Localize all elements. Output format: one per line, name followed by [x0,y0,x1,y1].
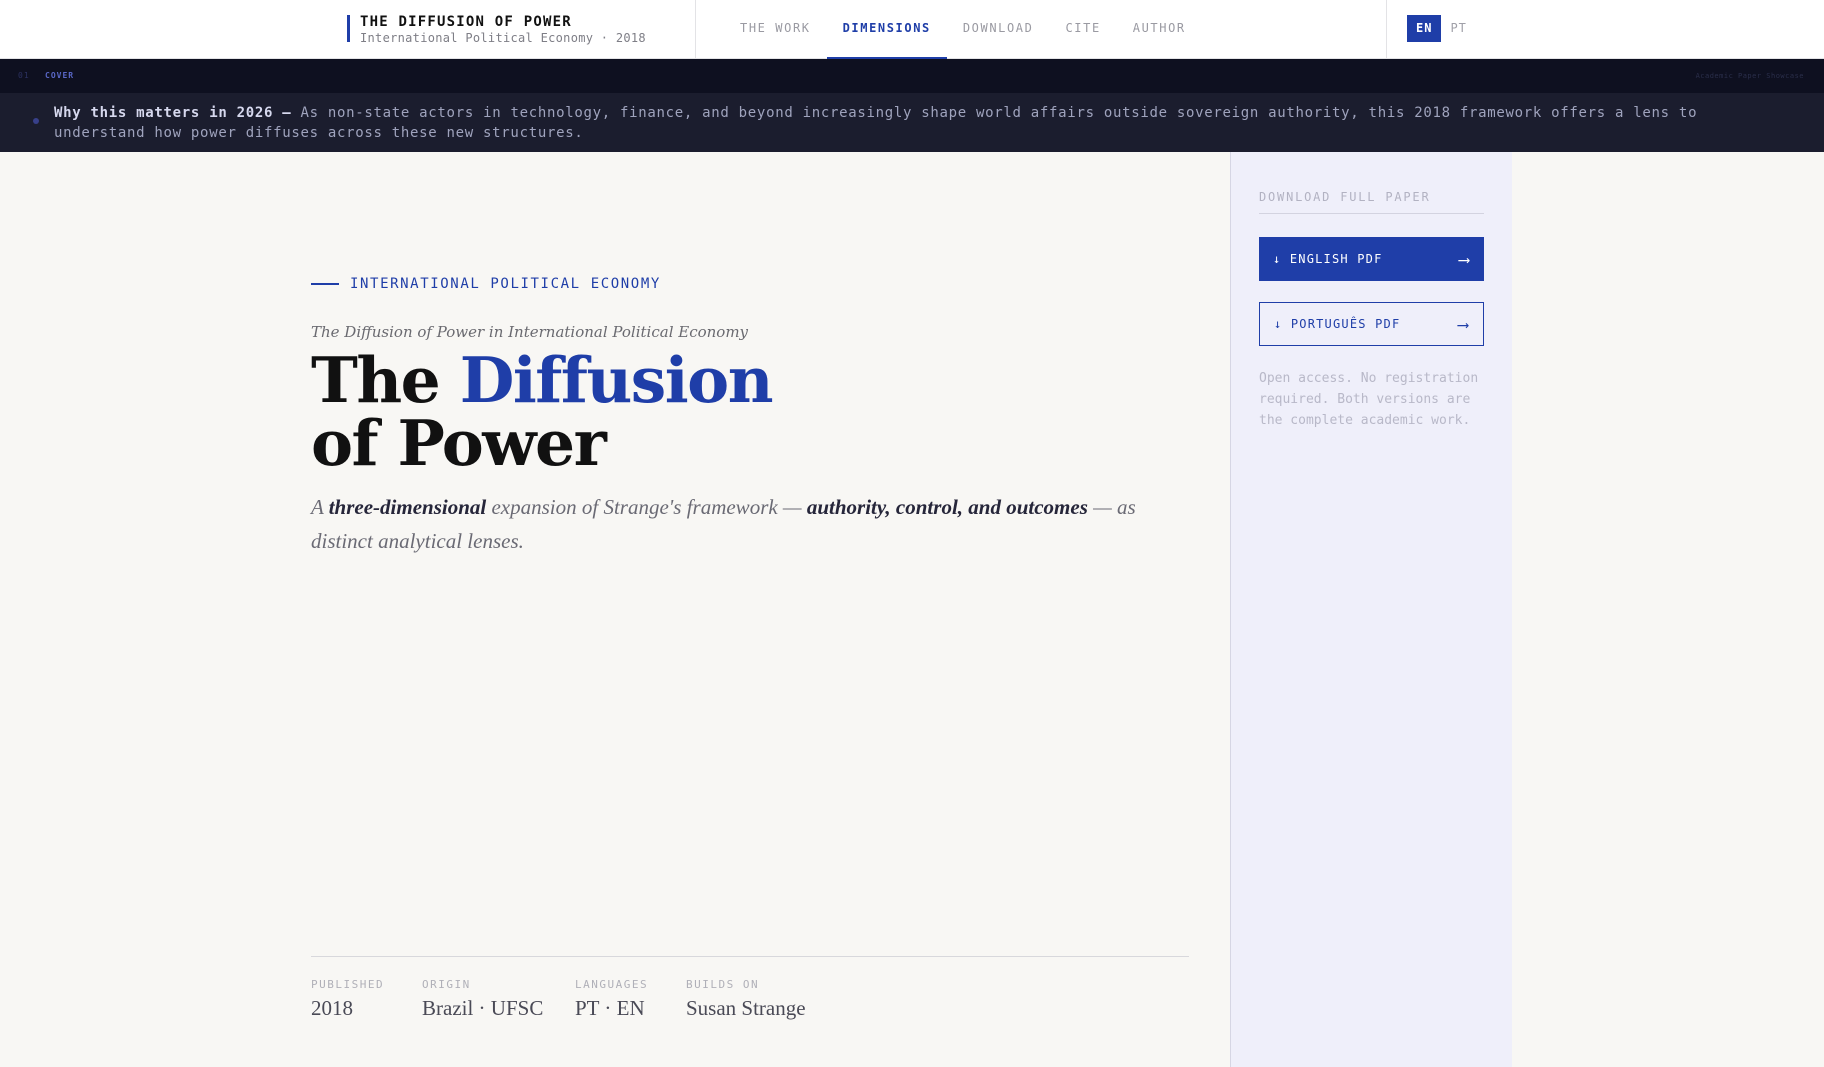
lang-pt-button[interactable]: PT [1441,15,1475,42]
lede-text-2: expansion of Strange's framework — [486,495,807,519]
download-english-pdf-button[interactable]: ↓ ENGLISH PDF ⟶ [1259,237,1484,281]
eyebrow-rule [311,283,339,285]
meta-origin: ORIGIN Brazil · UFSC [422,978,543,1021]
meta-value: Brazil · UFSC [422,996,544,1020]
main-nav: THE WORK DIMENSIONS DOWNLOAD CITE AUTHOR [724,0,1202,59]
hero-section: INTERNATIONAL POLITICAL ECONOMY The Diff… [0,152,1230,1067]
lede: A three-dimensional expansion of Strange… [311,490,1191,558]
nav-dimensions[interactable]: DIMENSIONS [826,0,948,59]
lang-en-button[interactable]: EN [1407,15,1442,42]
why-banner: Why this matters in 2026 — As non-state … [0,93,1824,152]
eyebrow: INTERNATIONAL POLITICAL ECONOMY [311,276,661,292]
brand-logo[interactable]: THE DIFFUSION OF POWER International Pol… [347,14,646,45]
nav-author[interactable]: AUTHOR [1117,0,1202,59]
access-note: Open access. No registration required. B… [1259,371,1479,428]
page-title: The Diffusion of Power [311,349,774,475]
brand-subtitle: International Political Economy · 2018 [360,31,646,45]
paper-subtitle: The Diffusion of Power in International … [311,323,749,341]
meta-languages: LANGUAGES PT · EN [575,978,648,1021]
section-label: COVER [45,71,75,80]
meta-value: 2018 [311,996,353,1020]
button-label: ↓ PORTUGUÊS PDF [1274,317,1401,331]
nav-cite[interactable]: CITE [1049,0,1116,59]
meta-label: LANGUAGES [575,978,649,991]
meta-divider [311,956,1189,957]
header-divider [695,0,696,59]
lede-bold-1: three-dimensional [328,495,487,519]
panel-heading: DOWNLOAD FULL PAPER [1259,190,1484,214]
title-line2: of Power [311,406,607,480]
meta-label: ORIGIN [422,978,471,991]
top-navigation-bar: THE DIFFUSION OF POWER International Pol… [0,0,1824,59]
download-panel: DOWNLOAD FULL PAPER ↓ ENGLISH PDF ⟶ ↓ PO… [1230,152,1512,1067]
lede-bold-2: authority, control, and outcomes [806,495,1088,519]
meta-value: PT · EN [575,996,645,1020]
section-strip: 01 COVER Academic Paper Showcase [0,59,1824,93]
meta-value: Susan Strange [686,996,806,1020]
meta-published: PUBLISHED 2018 [311,978,384,1021]
language-switcher: EN PT [1407,15,1476,42]
meta-label: BUILDS ON [686,978,760,991]
brand-title: THE DIFFUSION OF POWER [360,14,572,30]
header-divider-right [1386,0,1387,59]
lede-text-1: A [311,495,329,519]
meta-builds-on: BUILDS ON Susan Strange [686,978,806,1021]
download-portuguese-pdf-button[interactable]: ↓ PORTUGUÊS PDF ⟶ [1259,302,1484,346]
why-body: As non-state actors in technology, finan… [54,105,1698,141]
section-number: 01 [18,71,30,80]
bullet-dot-icon [33,118,39,124]
nav-the-work[interactable]: THE WORK [724,0,827,59]
meta-label: PUBLISHED [311,978,385,991]
arrow-right-icon: ⟶ [1459,249,1470,269]
why-lead: Why this matters in 2026 — [54,105,292,121]
nav-download[interactable]: DOWNLOAD [947,0,1050,59]
eyebrow-text: INTERNATIONAL POLITICAL ECONOMY [350,276,661,292]
arrow-right-icon: ⟶ [1458,314,1469,334]
showcase-label: Academic Paper Showcase [1695,72,1804,80]
why-text: Why this matters in 2026 — As non-state … [54,103,1794,143]
button-label: ↓ ENGLISH PDF [1273,252,1383,266]
